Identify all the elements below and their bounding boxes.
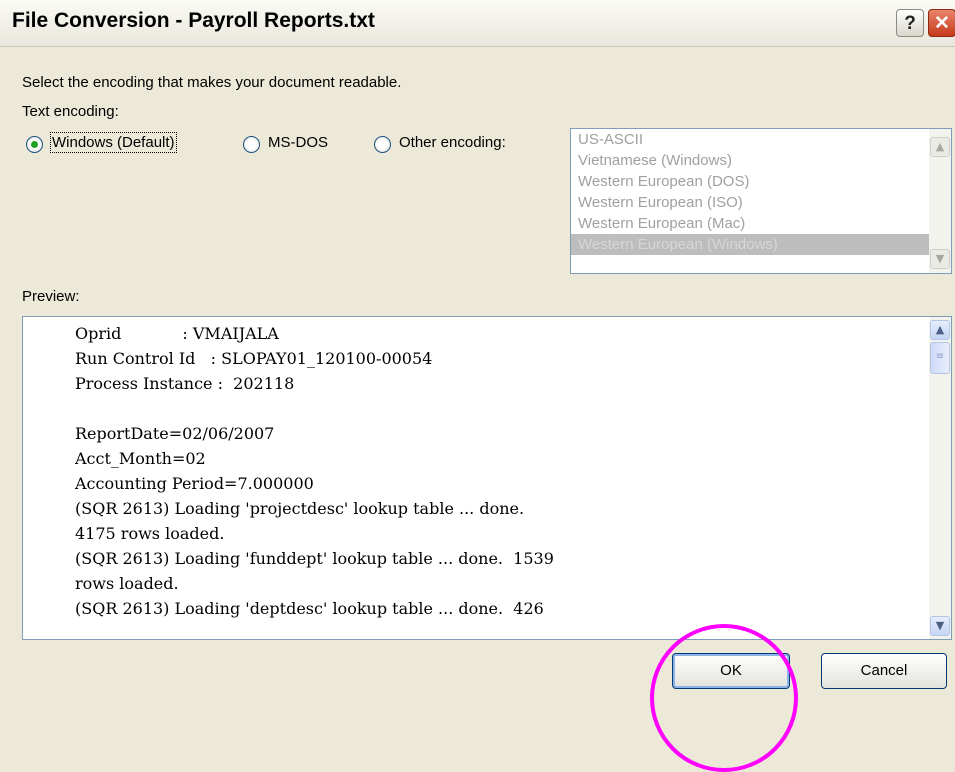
radio-dot: [31, 141, 38, 148]
chevron-down-icon: ▼: [935, 619, 945, 632]
preview-text: Oprid : VMAIJALA Run Control Id : SLOPAY0…: [75, 321, 554, 621]
close-button[interactable]: ✕: [928, 9, 955, 37]
radio-button-selected[interactable]: [26, 136, 43, 153]
preview-line: Accounting Period=7.000000: [75, 474, 314, 493]
preview-scrollbar[interactable]: ▲ ≡ ▼: [929, 317, 951, 639]
preview-line: Process Instance : 202118: [75, 374, 295, 393]
scroll-down-button[interactable]: ▼: [930, 616, 950, 636]
preview-line: (SQR 2613) Loading 'projectdesc' lookup …: [75, 499, 525, 518]
preview-line: [75, 396, 554, 421]
chevron-up-icon: ▲: [935, 323, 945, 336]
radio-other-encoding-label[interactable]: Other encoding:: [399, 134, 506, 151]
encoding-listbox[interactable]: US-ASCII Vietnamese (Windows) Western Eu…: [570, 128, 952, 274]
help-button[interactable]: ?: [896, 9, 924, 37]
preview-label: Preview:: [22, 288, 80, 305]
grip-icon: ≡: [935, 351, 945, 362]
text-encoding-label: Text encoding:: [22, 103, 119, 120]
scroll-down-button[interactable]: ▼: [930, 249, 950, 269]
chevron-down-icon: ▼: [935, 252, 945, 265]
help-icon: ?: [904, 13, 916, 34]
encoding-list-item[interactable]: Vietnamese (Windows): [571, 150, 951, 171]
radio-ms-dos-label[interactable]: MS-DOS: [268, 134, 328, 151]
scroll-up-button[interactable]: ▲: [930, 320, 950, 340]
preview-line: Acct_Month=02: [75, 449, 206, 468]
radio-button[interactable]: [374, 136, 391, 153]
preview-line: ReportDate=02/06/2007: [75, 424, 275, 443]
preview-pane[interactable]: Oprid : VMAIJALA Run Control Id : SLOPAY0…: [22, 316, 952, 640]
preview-line: rows loaded.: [75, 574, 179, 593]
close-icon: ✕: [934, 13, 950, 34]
encoding-list-item[interactable]: Western European (ISO): [571, 192, 951, 213]
encoding-list-item-selected[interactable]: Western European (Windows): [571, 234, 951, 255]
preview-line: (SQR 2613) Loading 'funddept' lookup tab…: [75, 549, 554, 568]
scrollbar-thumb[interactable]: ≡: [930, 342, 950, 374]
preview-line: Oprid : VMAIJALA: [75, 324, 279, 343]
preview-line: Run Control Id : SLOPAY01_120100-00054: [75, 349, 433, 368]
radio-windows-default-label[interactable]: Windows (Default): [50, 132, 177, 153]
chevron-up-icon: ▲: [935, 140, 945, 153]
instructions-text: Select the encoding that makes your docu…: [22, 74, 402, 91]
encoding-list-item[interactable]: Western European (DOS): [571, 171, 951, 192]
title-bar: File Conversion - Payroll Reports.txt ? …: [0, 0, 955, 47]
scroll-up-button[interactable]: ▲: [930, 137, 950, 157]
cancel-button[interactable]: Cancel: [821, 653, 947, 689]
radio-button[interactable]: [243, 136, 260, 153]
encoding-list-scrollbar[interactable]: ▲ ▼: [929, 129, 951, 273]
encoding-list-item[interactable]: Western European (Mac): [571, 213, 951, 234]
encoding-list-item[interactable]: US-ASCII: [571, 129, 951, 150]
preview-line: 4175 rows loaded.: [75, 524, 225, 543]
window-title: File Conversion - Payroll Reports.txt: [12, 9, 375, 32]
preview-line: (SQR 2613) Loading 'deptdesc' lookup tab…: [75, 599, 544, 618]
annotation-circle: [650, 624, 798, 772]
